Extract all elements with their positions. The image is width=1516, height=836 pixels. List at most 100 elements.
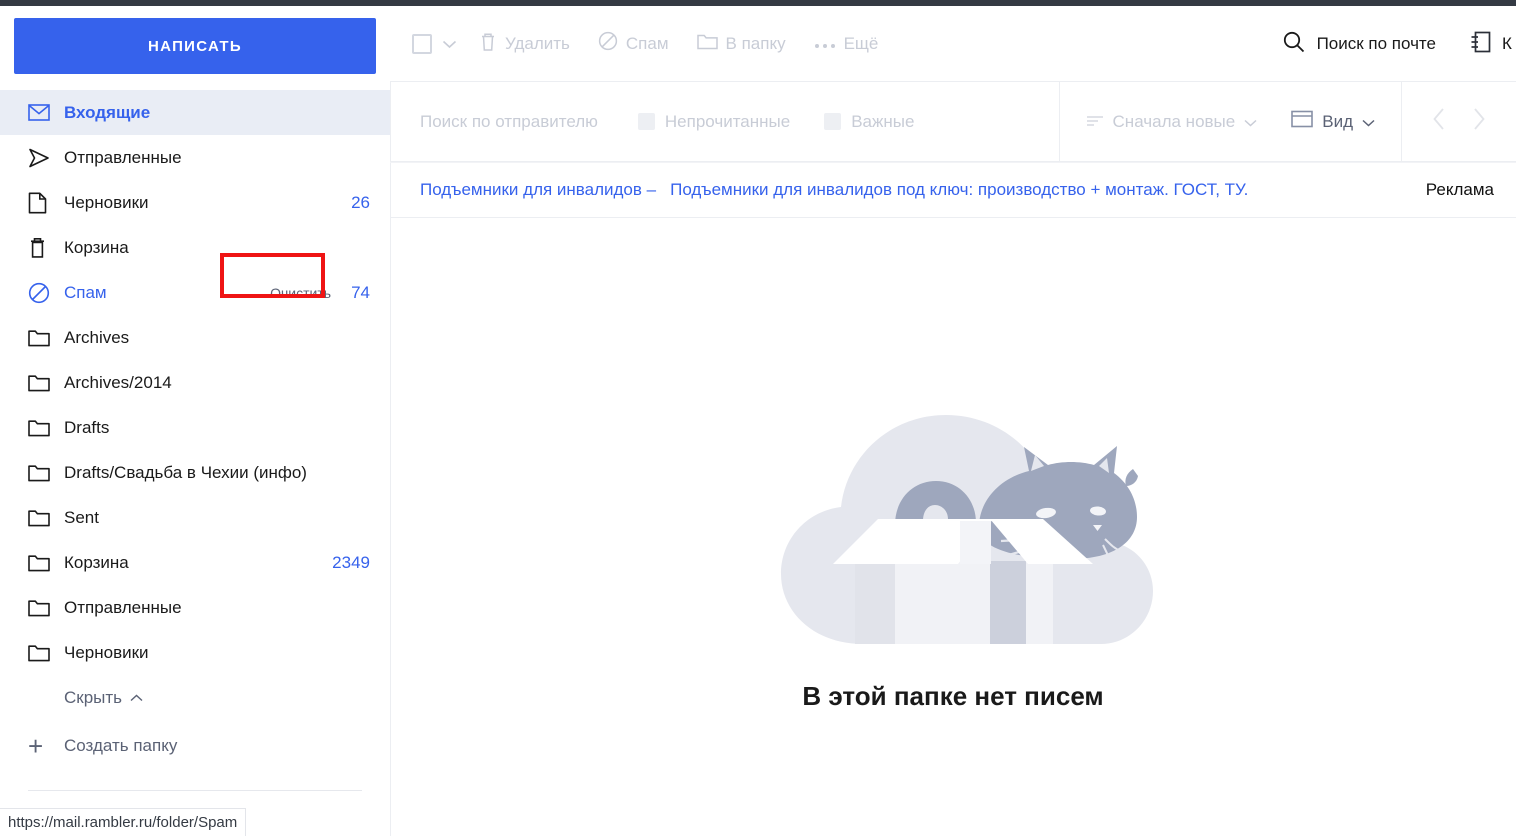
- more-button[interactable]: Ещё: [814, 34, 878, 54]
- unread-checkbox[interactable]: [637, 113, 655, 130]
- sidebar-folder-item[interactable]: Drafts: [0, 405, 390, 450]
- spam-label: Спам: [625, 33, 669, 53]
- compose-button[interactable]: НАПИСАТЬ: [14, 18, 376, 74]
- sidebar-tail: Скрыть + Создать папку: [0, 675, 390, 791]
- hide-folders-button[interactable]: Скрыть: [0, 675, 390, 720]
- delete-label: Удалить: [505, 33, 570, 53]
- view-label: Вид: [1322, 111, 1353, 131]
- chevron-down-icon: [1244, 112, 1257, 132]
- folder-icon: [28, 506, 58, 530]
- ad-title[interactable]: Подъемники для инвалидов –: [420, 180, 656, 200]
- trash-icon: [28, 236, 58, 260]
- folder-list: Входящие Отправленные Черновики 26 Корзина Сп…: [0, 90, 390, 675]
- sidebar-folder-label: Archives: [64, 327, 130, 347]
- contacts-icon: [1470, 30, 1492, 59]
- chevron-down-icon[interactable]: [442, 34, 457, 54]
- ad-description[interactable]: Подъемники для инвалидов под ключ: произ…: [670, 180, 1414, 200]
- sidebar-folder-item[interactable]: Черновики: [0, 630, 390, 675]
- select-all-checkbox[interactable]: [412, 33, 432, 54]
- folder-icon: [28, 326, 58, 350]
- folder-icon: [28, 416, 58, 440]
- important-filter[interactable]: Важные: [824, 112, 914, 132]
- mail-app: НАПИСАТЬ Входящие Отправленные Черновики 26…: [0, 0, 1516, 836]
- folder-icon: [696, 33, 718, 55]
- chevron-up-icon: [130, 689, 143, 707]
- next-page-button[interactable]: [1472, 107, 1486, 136]
- sidebar: НАПИСАТЬ Входящие Отправленные Черновики 26…: [0, 6, 390, 836]
- sidebar-folder-item[interactable]: Archives/2014: [0, 360, 390, 405]
- sidebar-folder-label: Archives/2014: [64, 372, 172, 392]
- contacts-label: К: [1502, 34, 1512, 53]
- ad-banner[interactable]: Подъемники для инвалидов – Подъемники дл…: [390, 162, 1516, 218]
- status-bar-url: https://mail.rambler.ru/folder/Spam: [0, 808, 247, 836]
- folder-icon: [28, 461, 58, 485]
- ad-label: Реклама: [1425, 180, 1494, 199]
- sidebar-folder-count: 2349: [332, 552, 370, 572]
- sender-search-input[interactable]: Поиск по отправителю: [420, 112, 598, 132]
- envelope-icon: [28, 101, 58, 125]
- sidebar-folder-item[interactable]: Черновики 26: [0, 180, 390, 225]
- chevron-down-icon: [1362, 112, 1375, 132]
- sidebar-folder-item[interactable]: Корзина: [0, 225, 390, 270]
- folder-icon: [28, 596, 58, 620]
- folder-icon: [28, 641, 58, 665]
- sort-label: Сначала новые: [1112, 111, 1236, 131]
- pagination: [1402, 107, 1516, 136]
- spam-icon: [28, 281, 58, 305]
- folder-icon: [28, 371, 58, 395]
- toolbar-right-group: Поиск по почте К: [1283, 6, 1516, 82]
- action-toolbar: Удалить Спам В папку Ещё Поиск по почте …: [390, 6, 1516, 82]
- document-icon: [28, 191, 58, 215]
- unread-label: Непрочитанные: [664, 111, 791, 131]
- sidebar-folder-item[interactable]: Корзина 2349: [0, 540, 390, 585]
- mail-search-button[interactable]: Поиск по почте: [1283, 31, 1436, 58]
- contacts-button[interactable]: К: [1470, 30, 1516, 59]
- sidebar-folder-item[interactable]: Отправленные: [0, 585, 390, 630]
- clear-spam-button[interactable]: Очистить: [260, 281, 341, 305]
- trash-icon: [479, 31, 497, 57]
- plus-icon: +: [28, 731, 44, 761]
- spam-button[interactable]: Спам: [598, 31, 669, 56]
- prev-page-button[interactable]: [1432, 107, 1446, 136]
- spam-icon: [598, 31, 618, 56]
- select-all-control[interactable]: [412, 33, 457, 54]
- sidebar-folder-label: Отправленные: [64, 147, 182, 167]
- important-checkbox[interactable]: [824, 113, 842, 130]
- sidebar-folder-label: Входящие: [64, 102, 151, 122]
- sidebar-folder-count: 26: [351, 192, 370, 212]
- sidebar-folder-item[interactable]: Sent: [0, 495, 390, 540]
- sidebar-folder-label: Sent: [64, 507, 99, 527]
- sidebar-folder-label: Черновики: [64, 642, 149, 662]
- ad-inner: Подъемники для инвалидов – Подъемники дл…: [390, 180, 1516, 200]
- move-to-folder-button[interactable]: В папку: [696, 33, 786, 55]
- mail-search-label: Поиск по почте: [1316, 34, 1436, 53]
- view-layout-icon: [1291, 110, 1314, 133]
- sidebar-folder-item[interactable]: Входящие: [0, 90, 390, 135]
- move-to-folder-label: В папку: [725, 33, 786, 53]
- sidebar-divider: [28, 790, 362, 791]
- sidebar-folder-item[interactable]: Спам Очистить 74: [0, 253, 390, 315]
- hide-folders-label: Скрыть: [64, 687, 123, 707]
- sort-dropdown[interactable]: Сначала новые: [1086, 112, 1258, 132]
- sidebar-folder-item[interactable]: Отправленные: [0, 135, 390, 180]
- sort-icon: [1086, 112, 1104, 132]
- sidebar-folder-label: Корзина: [64, 552, 129, 572]
- filter-bar: Поиск по отправителю Непрочитанные Важны…: [390, 81, 1516, 162]
- sidebar-folder-item[interactable]: Archives: [0, 315, 390, 360]
- empty-state: В этой папке нет писем: [390, 229, 1516, 836]
- view-dropdown[interactable]: Вид: [1291, 110, 1375, 133]
- sidebar-folder-label: Корзина: [64, 237, 129, 257]
- paper-plane-icon: [28, 146, 58, 170]
- important-label: Важные: [851, 111, 915, 131]
- delete-button[interactable]: Удалить: [479, 31, 570, 57]
- filter-right-group: Сначала новые Вид: [1060, 110, 1401, 133]
- empty-state-message: В этой папке нет писем: [802, 681, 1104, 711]
- sidebar-folder-count: 74: [351, 282, 370, 302]
- sidebar-folder-item[interactable]: Drafts/Свадьба в Чехии (инфо): [0, 450, 390, 495]
- sidebar-folder-label: Спам: [64, 282, 107, 302]
- unread-filter[interactable]: Непрочитанные: [637, 111, 791, 132]
- create-folder-button[interactable]: + Создать папку: [0, 720, 390, 772]
- ellipsis-icon: [814, 34, 836, 54]
- search-icon: [1283, 31, 1305, 58]
- create-folder-label: Создать папку: [64, 736, 178, 755]
